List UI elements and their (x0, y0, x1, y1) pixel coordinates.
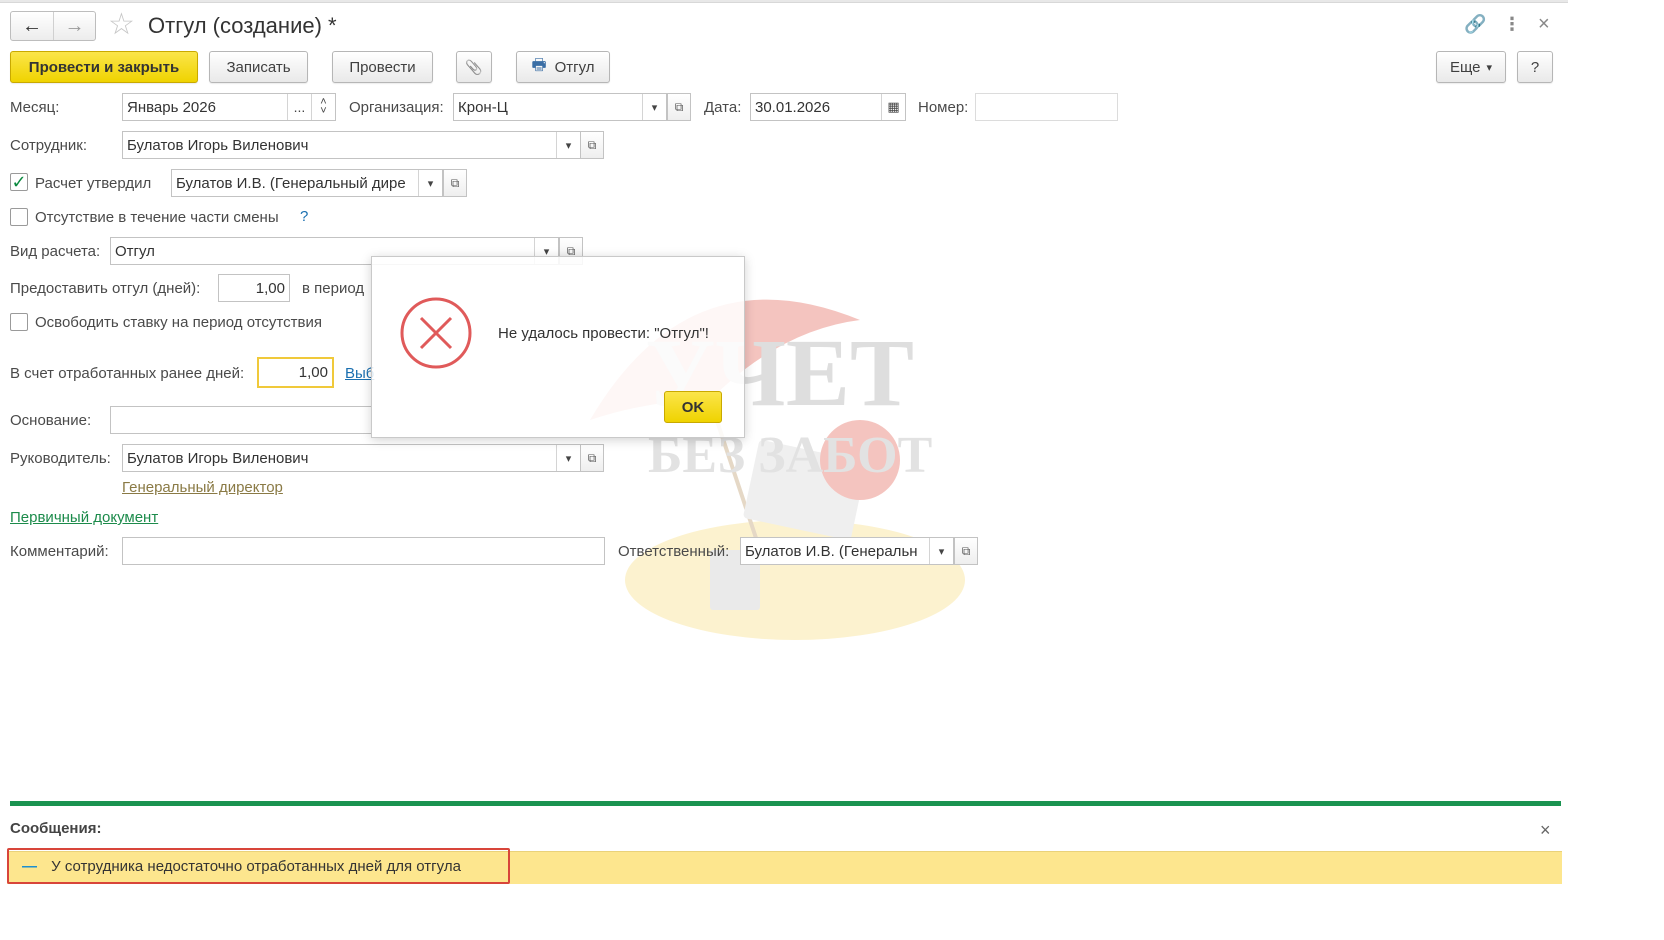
approved-by-dropdown-icon[interactable]: ▾ (418, 170, 442, 196)
month-spinner[interactable]: ˄ ˅ (311, 94, 335, 120)
employee-value: Булатов Игорь Виленович (127, 136, 309, 154)
comment-field[interactable] (122, 537, 605, 565)
date-value: 30.01.2026 (755, 98, 831, 116)
manager-field[interactable]: Булатов Игорь Виленович ▾ (122, 444, 581, 472)
help-question-icon[interactable]: ? (300, 208, 308, 225)
organization-field[interactable]: Крон-Ц ▾ (453, 93, 667, 121)
comment-label: Комментарий: (10, 543, 109, 560)
post-and-close-button[interactable]: Провести и закрыть (10, 51, 198, 83)
responsible-dropdown-icon[interactable]: ▾ (929, 538, 953, 564)
forward-button[interactable]: → (53, 12, 95, 40)
message-text: У сотрудника недостаточно отработанных д… (51, 858, 461, 875)
days-value: 1,00 (255, 279, 285, 297)
select-worked-days-link[interactable]: Выб (345, 365, 374, 382)
messages-title: Сообщения: (10, 820, 102, 837)
forward-arrow-icon: → (64, 14, 85, 37)
organization-open-icon[interactable]: ⧉ (667, 93, 691, 121)
approved-checkbox[interactable]: ✓ (10, 173, 28, 191)
number-field[interactable] (975, 93, 1118, 121)
checkmark-icon: ✓ (11, 172, 27, 192)
release-rate-label: Освободить ставку на период отсутствия (35, 314, 322, 331)
messages-separator (10, 801, 1561, 806)
days-field[interactable]: 1,00 (218, 274, 290, 302)
ok-button[interactable]: OK (664, 391, 722, 423)
organization-dropdown-icon[interactable]: ▾ (642, 94, 666, 120)
responsible-field[interactable]: Булатов И.В. (Генеральн ▾ (740, 537, 954, 565)
approved-by-open-icon[interactable]: ⧉ (443, 169, 467, 197)
approved-by-field[interactable]: Булатов И.В. (Генеральный дире ▾ (171, 169, 443, 197)
more-button[interactable]: Еще ▾ (1436, 51, 1506, 83)
number-label: Номер: (918, 99, 969, 116)
paperclip-icon: 📎 (465, 58, 483, 75)
month-label: Месяц: (10, 99, 60, 116)
month-value: Январь 2026 (127, 98, 216, 116)
attach-button[interactable]: 📎 (456, 51, 492, 83)
employee-dropdown-icon[interactable]: ▾ (556, 132, 580, 158)
top-border (0, 0, 1568, 3)
date-label: Дата: (704, 99, 742, 116)
responsible-open-icon[interactable]: ⧉ (954, 537, 978, 565)
link-icon[interactable]: 🔗 (1464, 14, 1486, 35)
calc-type-label: Вид расчета: (10, 243, 101, 260)
message-item[interactable]: — У сотрудника недостаточно отработанных… (22, 858, 461, 875)
message-bullet-icon: — (22, 858, 37, 875)
employee-open-icon[interactable]: ⧉ (580, 131, 604, 159)
organization-label: Организация: (349, 99, 444, 116)
month-select-button[interactable]: ... (287, 94, 311, 120)
basis-field[interactable] (110, 406, 372, 434)
navigation-buttons: ← → (10, 11, 96, 41)
manager-dropdown-icon[interactable]: ▾ (556, 445, 580, 471)
primary-document-link[interactable]: Первичный документ (10, 509, 158, 526)
back-button[interactable]: ← (11, 12, 53, 40)
organization-value: Крон-Ц (458, 98, 508, 116)
print-button-label: Отгул (554, 58, 595, 76)
period-label: в период (302, 280, 365, 297)
help-button[interactable]: ? (1517, 51, 1553, 83)
printer-icon: 🖶 (531, 56, 547, 74)
approved-by-value: Булатов И.В. (Генеральный дире (176, 174, 406, 192)
approved-label: Расчет утвердил (35, 175, 152, 192)
manager-value: Булатов Игорь Виленович (127, 449, 309, 467)
partial-shift-label: Отсутствие в течение части смены (35, 209, 279, 226)
manager-position-link[interactable]: Генеральный директор (122, 479, 283, 496)
favorite-star-icon[interactable]: ☆ (108, 10, 135, 40)
release-rate-checkbox[interactable] (10, 313, 28, 331)
back-arrow-icon: ← (22, 14, 42, 37)
print-button[interactable]: 🖶 Отгул (516, 51, 610, 83)
save-button[interactable]: Записать (209, 51, 308, 83)
post-button[interactable]: Провести (332, 51, 433, 83)
more-button-label: Еще (1449, 58, 1481, 76)
worked-days-label: В счет отработанных ранее дней: (10, 365, 245, 382)
basis-label: Основание: (10, 412, 92, 429)
month-field[interactable]: Январь 2026 ... ˄ ˅ (122, 93, 336, 121)
window-title: Отгул (создание) * (148, 13, 337, 38)
worked-days-value: 1,00 (298, 364, 328, 381)
messages-close-icon[interactable]: × (1540, 820, 1551, 841)
chevron-down-icon: ▾ (1486, 61, 1493, 74)
employee-field[interactable]: Булатов Игорь Виленович ▾ (122, 131, 581, 159)
partial-shift-checkbox[interactable] (10, 208, 28, 226)
manager-open-icon[interactable]: ⧉ (580, 444, 604, 472)
date-field[interactable]: 30.01.2026 ▦ (750, 93, 906, 121)
dialog-message: Не удалось провести: "Отгул"! (498, 325, 709, 342)
close-window-icon[interactable]: × (1538, 13, 1550, 36)
error-dialog: Не удалось провести: "Отгул"! OK (371, 256, 745, 438)
calendar-icon[interactable]: ▦ (881, 94, 905, 120)
more-actions-icon[interactable]: ⋮ (1503, 14, 1521, 35)
responsible-label: Ответственный: (618, 543, 730, 560)
days-label: Предоставить отгул (дней): (10, 280, 201, 297)
responsible-value: Булатов И.В. (Генеральн (745, 542, 918, 560)
employee-label: Сотрудник: (10, 137, 88, 154)
error-icon (400, 297, 472, 369)
worked-days-field[interactable]: 1,00 (257, 357, 334, 388)
spin-down-icon[interactable]: ˅ (320, 106, 326, 117)
manager-label: Руководитель: (10, 450, 111, 467)
